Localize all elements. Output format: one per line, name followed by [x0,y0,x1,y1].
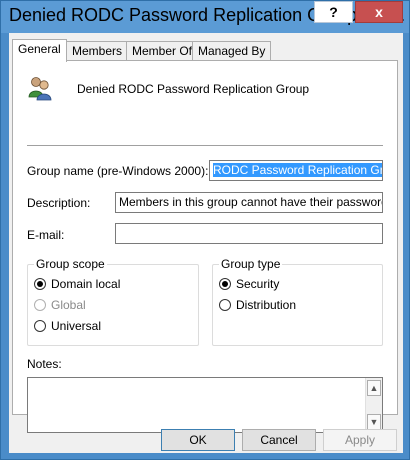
scroll-up-icon[interactable]: ▲ [367,380,381,396]
radio-unchecked-icon [219,299,231,311]
group-users-icon [27,75,53,101]
tab-managed-by[interactable]: Managed By [192,41,272,61]
apply-button: Apply [323,429,397,451]
scope-global-label: Global [51,298,86,312]
notes-field[interactable]: ▲ ▼ [27,377,383,433]
group-display-name: Denied RODC Password Replication Group [77,82,310,96]
properties-dialog: Denied RODC Password Replication Group P… [0,0,410,460]
radio-checked-icon [219,278,231,290]
group-scope-box: Group scope Domain local Global Universa… [27,257,199,346]
description-field[interactable]: Members in this group cannot have their … [115,192,383,213]
scope-domain-local-label: Domain local [51,277,121,291]
scope-universal-label: Universal [51,319,102,333]
title-bar[interactable]: Denied RODC Password Replication Group P… [1,1,409,33]
prewin-name-label: Group name (pre-Windows 2000): [27,164,209,178]
scope-global-radio: Global [34,298,86,314]
cancel-button[interactable]: Cancel [242,429,316,451]
scroll-down-icon[interactable]: ▼ [367,414,381,430]
close-button[interactable]: x [355,1,403,23]
dialog-client-area: General Members Member Of Managed By Den… [9,33,403,453]
radio-unchecked-icon [34,320,46,332]
prewin-name-field[interactable]: RODC Password Replication Group [209,160,383,181]
description-label: Description: [27,196,91,210]
type-distribution-label: Distribution [236,298,297,312]
email-field[interactable] [115,223,383,244]
group-type-box: Group type Security Distribution [212,257,383,346]
scope-domain-local-radio[interactable]: Domain local [34,277,120,293]
tab-member-of[interactable]: Member Of [126,41,199,61]
group-scope-legend: Group scope [34,257,107,271]
tab-general[interactable]: General [12,39,67,62]
radio-unchecked-icon [34,299,46,311]
email-label: E-mail: [27,228,65,242]
prewin-name-value: RODC Password Replication Group [213,163,382,177]
notes-label: Notes: [27,357,62,371]
tab-members[interactable]: Members [66,41,129,61]
type-distribution-radio[interactable]: Distribution [219,298,296,314]
notes-scrollbar[interactable]: ▲ ▼ [365,378,382,432]
general-tab-panel: Denied RODC Password Replication Group G… [12,60,398,433]
help-button[interactable]: ? [314,1,353,23]
radio-checked-icon [34,278,46,290]
scope-universal-radio[interactable]: Universal [34,319,101,335]
divider [27,145,383,146]
type-security-radio[interactable]: Security [219,277,279,293]
group-type-legend: Group type [219,257,283,271]
type-security-label: Security [236,277,280,291]
ok-button[interactable]: OK [161,429,235,451]
